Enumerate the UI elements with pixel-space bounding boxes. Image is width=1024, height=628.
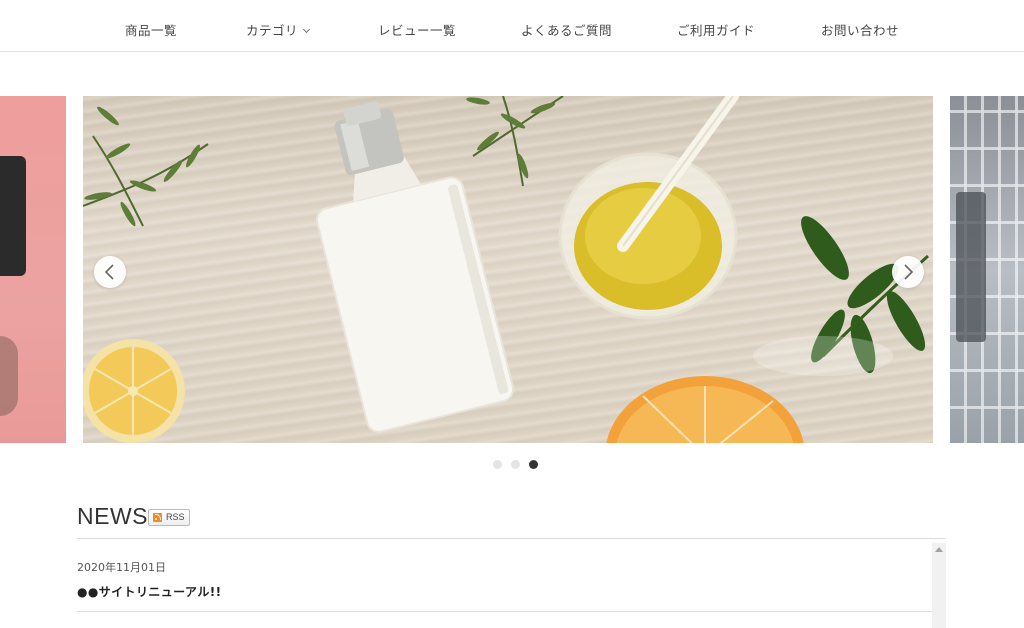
rosemary-leaves-top	[466, 97, 556, 179]
slider-dot-3[interactable]	[529, 460, 538, 469]
nav-item-label: カテゴリ	[246, 23, 299, 38]
product-shadow	[0, 336, 18, 416]
rss-icon	[153, 513, 162, 522]
slide-current-image[interactable]	[83, 96, 933, 443]
slider-dots	[493, 460, 538, 469]
chevron-down-icon	[302, 25, 311, 34]
nav-item-label: レビュー一覧	[378, 23, 457, 38]
orange-slice	[606, 376, 804, 443]
nav-item-guide[interactable]: ご利用ガイド	[677, 20, 755, 39]
nav-item-label: お問い合わせ	[821, 23, 900, 38]
nav-item-label: よくあるご質問	[521, 23, 613, 38]
slide-next-peek[interactable]	[950, 96, 1024, 443]
rss-label: RSS	[166, 512, 185, 522]
oil-beaker	[558, 96, 739, 320]
news-heading: NEWS	[77, 503, 148, 529]
scroll-up-arrow-icon[interactable]	[935, 547, 943, 552]
news-item[interactable]: 2020年11月01日 ●●サイトリニューアル!!	[77, 559, 222, 600]
product-shape	[956, 192, 986, 342]
light-reflection	[753, 336, 893, 376]
hero-slider	[0, 96, 1024, 443]
rss-button[interactable]: RSS	[148, 509, 190, 526]
news-list: 2020年11月01日 ●●サイトリニューアル!!	[77, 538, 946, 628]
rosemary-sprig-left	[83, 135, 209, 227]
slider-prev-button[interactable]	[94, 256, 126, 288]
chevron-left-icon	[104, 264, 114, 280]
nav-item-reviews[interactable]: レビュー一覧	[378, 20, 456, 39]
news-scrollbar[interactable]	[932, 543, 946, 628]
cosmetics-photo	[83, 96, 929, 443]
global-nav: 商品一覧 カテゴリ レビュー一覧 よくあるご質問 ご利用ガイド お問い合わせ	[0, 0, 1024, 52]
slider-dot-2[interactable]	[511, 460, 520, 469]
news-date: 2020年11月01日	[77, 561, 166, 574]
chevron-right-icon	[904, 264, 914, 280]
nav-item-label: ご利用ガイド	[677, 23, 756, 38]
nav-item-products[interactable]: 商品一覧	[125, 20, 177, 39]
product-shape	[0, 156, 26, 276]
rosemary-leaves-left	[84, 106, 200, 227]
nav-item-faq[interactable]: よくあるご質問	[521, 20, 612, 39]
slider-next-button[interactable]	[892, 256, 924, 288]
nav-item-contact[interactable]: お問い合わせ	[821, 20, 899, 39]
slider-dot-1[interactable]	[493, 460, 502, 469]
lemon-slice	[83, 339, 185, 443]
slide-previous-peek[interactable]	[0, 96, 66, 443]
news-headline[interactable]: ●●サイトリニューアル!!	[77, 583, 222, 600]
nav-item-category[interactable]: カテゴリ	[246, 20, 311, 39]
news-divider	[77, 611, 932, 612]
nav-item-label: 商品一覧	[125, 23, 178, 38]
